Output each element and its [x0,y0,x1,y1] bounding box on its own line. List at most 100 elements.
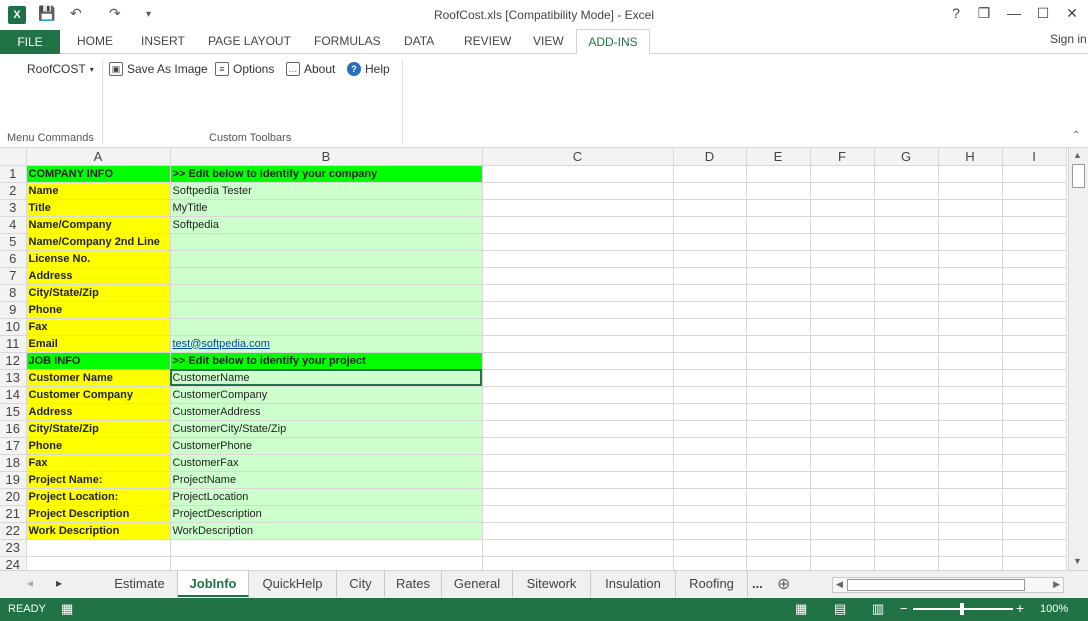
cell-b[interactable] [170,318,483,336]
cell[interactable] [673,420,747,438]
cell[interactable] [673,386,747,404]
cell[interactable] [810,267,875,285]
cell[interactable] [482,420,674,438]
cell[interactable] [874,454,939,472]
row-header[interactable]: 18 [0,454,27,472]
cell[interactable] [810,505,875,523]
sheet-tab-rates[interactable]: Rates [385,571,442,597]
cell[interactable] [482,403,674,421]
cell-b[interactable]: ProjectLocation [170,488,483,506]
scroll-right-icon[interactable]: ▶ [1053,579,1060,590]
cell[interactable] [810,318,875,336]
cell[interactable] [938,267,1003,285]
row-header[interactable]: 17 [0,437,27,455]
prev-sheet-icon[interactable]: ◂ [27,576,33,590]
column-header[interactable]: E [746,148,811,166]
row-header[interactable]: 6 [0,250,27,268]
cell[interactable] [673,454,747,472]
sheet-tab-roofing[interactable]: Roofing [676,571,748,597]
cell[interactable] [874,471,939,489]
cell[interactable] [810,335,875,353]
cell[interactable] [673,335,747,353]
zoom-slider-thumb[interactable] [960,603,964,615]
cell[interactable] [810,556,875,570]
cell[interactable] [1002,165,1067,183]
row-header[interactable]: 23 [0,539,27,557]
cell-b[interactable] [170,301,483,319]
cell[interactable] [874,488,939,506]
cell[interactable] [938,471,1003,489]
cell-a[interactable]: Project Location: [26,488,171,506]
column-header[interactable]: C [482,148,674,166]
cell-b[interactable]: WorkDescription [170,522,483,540]
cell-b[interactable]: CustomerName [170,369,483,387]
horizontal-scrollbar[interactable]: ◀ ▶ [832,577,1064,593]
cell[interactable] [746,352,811,370]
collapse-ribbon-icon[interactable]: ⌃ [1072,130,1080,141]
cell[interactable] [938,420,1003,438]
cell[interactable] [874,335,939,353]
cell-a[interactable]: Work Description [26,522,171,540]
cell[interactable] [874,420,939,438]
cell[interactable] [874,539,939,557]
sheet-tab-quickhelp[interactable]: QuickHelp [249,571,337,597]
ribbon-display-icon[interactable]: ❐ [974,5,994,22]
cell-a[interactable]: Customer Company [26,386,171,404]
row-header[interactable]: 16 [0,420,27,438]
sheet-tab-jobinfo[interactable]: JobInfo [178,571,249,597]
cell[interactable] [482,386,674,404]
cell[interactable] [482,522,674,540]
save-as-image-button[interactable]: ▣ Save As Image [109,62,208,76]
row-header[interactable]: 2 [0,182,27,200]
page-break-view-icon[interactable]: ▥ [872,601,884,617]
row-header[interactable]: 10 [0,318,27,336]
cell[interactable] [482,182,674,200]
column-header[interactable]: I [1002,148,1067,166]
cell[interactable] [810,369,875,387]
cell[interactable] [482,267,674,285]
cell[interactable] [482,488,674,506]
row-header[interactable]: 7 [0,267,27,285]
cell[interactable] [746,301,811,319]
sheet-tab-sitework[interactable]: Sitework [513,571,591,597]
cell[interactable] [1002,352,1067,370]
row-header[interactable]: 13 [0,369,27,387]
about-button[interactable]: … About [286,62,335,76]
cell[interactable] [1002,233,1067,251]
cell[interactable] [673,199,747,217]
macro-record-icon[interactable]: ▦ [61,601,73,617]
cell-b[interactable]: CustomerAddress [170,403,483,421]
zoom-level[interactable]: 100% [1040,603,1068,615]
cell[interactable] [746,454,811,472]
cell-b[interactable]: >> Edit below to identify your project [170,352,483,370]
cell[interactable] [1002,335,1067,353]
cell[interactable] [810,352,875,370]
cell[interactable] [482,437,674,455]
cell[interactable] [810,437,875,455]
cell-b[interactable]: ProjectDescription [170,505,483,523]
cell[interactable] [1002,301,1067,319]
new-sheet-icon[interactable]: ⊕ [777,574,790,594]
vertical-scrollbar[interactable]: ▲ ▼ [1068,148,1088,570]
tab-file[interactable]: FILE [0,30,60,54]
cell[interactable] [746,505,811,523]
cell[interactable] [938,522,1003,540]
cell-a[interactable] [26,539,171,557]
scroll-up-icon[interactable]: ▲ [1073,150,1082,160]
cell[interactable] [482,352,674,370]
cell-b[interactable]: CustomerCity/State/Zip [170,420,483,438]
cell[interactable] [673,505,747,523]
cell[interactable] [482,318,674,336]
cell[interactable] [938,369,1003,387]
cell[interactable] [810,488,875,506]
cell[interactable] [482,301,674,319]
next-sheet-icon[interactable]: ▸ [56,576,62,590]
cell[interactable] [1002,318,1067,336]
column-header[interactable]: H [938,148,1003,166]
cell[interactable] [938,488,1003,506]
cell[interactable] [746,369,811,387]
column-header[interactable]: G [874,148,939,166]
cell[interactable] [673,522,747,540]
row-header[interactable]: 1 [0,165,27,183]
row-header[interactable]: 9 [0,301,27,319]
